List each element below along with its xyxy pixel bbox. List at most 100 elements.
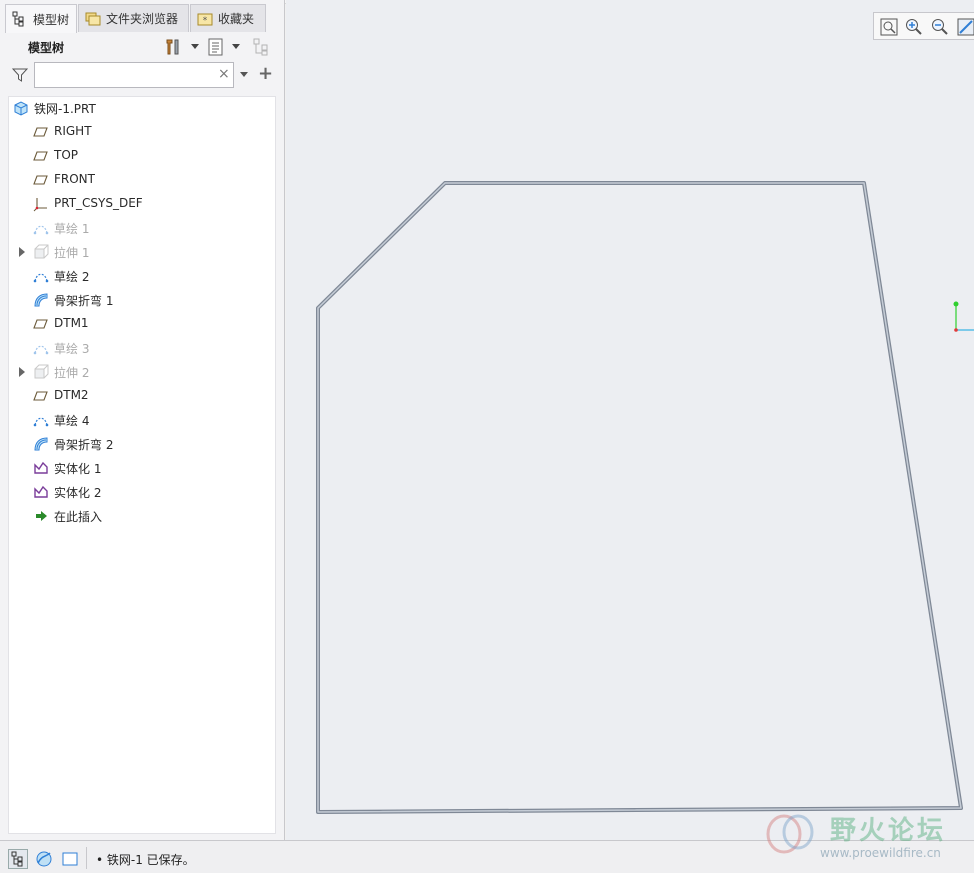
tree-header: 模型树 (8, 34, 284, 60)
search-input[interactable] (34, 62, 234, 88)
tree-item-label: FRONT (54, 172, 95, 186)
zoom-out-icon[interactable] (930, 17, 950, 37)
navigator-panel: 模型树 文件夹浏览器 * 收藏夹 模型树 × + 铁网-1.PRT RIGHT … (0, 0, 285, 840)
spinal-bend-icon (33, 292, 49, 308)
tree-item-label: DTM1 (54, 316, 89, 330)
watermark-title: 野火论坛 (830, 816, 947, 846)
status-message-text: 铁网-1 已保存。 (106, 853, 195, 867)
tree-item[interactable]: 骨架折弯 1 (9, 289, 275, 311)
sketch-icon (33, 412, 49, 428)
watermark-url: www.proewildfire.cn (820, 846, 941, 860)
extrude-icon (33, 364, 49, 380)
part-icon (13, 100, 29, 116)
spinal-bend-icon (33, 436, 49, 452)
toggle-browser-icon[interactable] (34, 849, 54, 869)
show-dropdown-icon[interactable] (232, 44, 240, 49)
status-separator (86, 847, 87, 869)
tab-label: 收藏夹 (218, 12, 255, 26)
add-filter-icon[interactable]: + (258, 63, 273, 84)
tree-item[interactable]: 在此插入 (9, 505, 275, 527)
search-dropdown-icon[interactable] (240, 72, 248, 77)
tree-item[interactable]: 实体化 1 (9, 457, 275, 479)
filter-row: × + (8, 62, 284, 88)
view-toolbar (873, 12, 974, 40)
refit-icon[interactable] (879, 17, 899, 37)
tree-item[interactable]: 草绘 1 (9, 217, 275, 239)
tab-folder-browser[interactable]: 文件夹浏览器 (78, 4, 189, 32)
show-list-icon[interactable] (206, 37, 226, 57)
tree-root-item[interactable]: 铁网-1.PRT (9, 97, 275, 119)
datum-plane-icon (33, 316, 49, 332)
tree-item[interactable]: 草绘 2 (9, 265, 275, 287)
tree-item-label: 铁网-1.PRT (34, 102, 96, 116)
tree-item-label: DTM2 (54, 388, 89, 402)
tree-item-label: PRT_CSYS_DEF (54, 196, 143, 210)
tree-item-label: RIGHT (54, 124, 92, 138)
datum-plane-icon (33, 124, 49, 140)
tree-item[interactable]: TOP (9, 145, 275, 167)
settings-tools-icon[interactable] (163, 37, 183, 57)
sketch-icon (33, 340, 49, 356)
coordinate-system-icon (953, 301, 974, 332)
extrude-icon (33, 244, 49, 260)
tree-item-label: 草绘 1 (54, 222, 90, 236)
expand-arrow-icon[interactable] (19, 367, 25, 377)
tree-item[interactable]: DTM2 (9, 385, 275, 407)
solidify-icon (33, 484, 49, 500)
tree-item[interactable]: 草绘 4 (9, 409, 275, 431)
tree-item-label: 草绘 4 (54, 414, 90, 428)
status-message: • 铁网-1 已保存。 (96, 853, 195, 867)
favorites-icon: * (197, 11, 213, 27)
tree-item[interactable]: 骨架折弯 2 (9, 433, 275, 455)
tree-item-label: 在此插入 (54, 510, 103, 524)
clear-search-icon[interactable]: × (218, 66, 230, 82)
graphics-area[interactable] (286, 0, 974, 840)
repaint-icon[interactable] (956, 17, 974, 37)
tree-item-label: 实体化 1 (54, 462, 102, 476)
tree-item-label: 实体化 2 (54, 486, 102, 500)
watermark-logo (766, 814, 814, 854)
svg-text:*: * (203, 16, 208, 26)
sketch-icon (33, 268, 49, 284)
tree-item[interactable]: PRT_CSYS_DEF (9, 193, 275, 215)
tree-filter-disabled-icon (252, 37, 272, 57)
zoom-in-icon[interactable] (904, 17, 924, 37)
toggle-navigator-icon[interactable] (8, 849, 28, 869)
settings-dropdown-icon[interactable] (191, 44, 199, 49)
tree-item-label: 草绘 2 (54, 270, 90, 284)
tab-label: 文件夹浏览器 (106, 12, 179, 26)
tab-favorites[interactable]: * 收藏夹 (190, 4, 266, 32)
tree-item-label: 拉伸 2 (54, 366, 90, 380)
insert-here-arrow-icon (33, 508, 49, 524)
tree-item-label: 骨架折弯 2 (54, 438, 114, 452)
part-outline (316, 181, 963, 814)
tree-item-label: TOP (54, 148, 79, 162)
tree-item-label: 骨架折弯 1 (54, 294, 114, 308)
tree-title: 模型树 (28, 41, 65, 55)
full-screen-icon[interactable] (60, 849, 80, 869)
coordinate-system-icon (33, 196, 49, 212)
sketch-icon (33, 220, 49, 236)
tree-item[interactable]: FRONT (9, 169, 275, 191)
folder-browser-icon (85, 11, 101, 27)
tree-item[interactable]: RIGHT (9, 121, 275, 143)
datum-plane-icon (33, 388, 49, 404)
model-tree: 铁网-1.PRT RIGHT TOP FRONT PRT_CSYS_DEF 草绘 1 拉伸 … (8, 96, 276, 834)
tree-item-label: 草绘 3 (54, 342, 90, 356)
tab-label: 模型树 (33, 12, 70, 27)
datum-plane-icon (33, 148, 49, 164)
model-tree-icon (12, 11, 28, 27)
tree-item[interactable]: 拉伸 1 (9, 241, 275, 263)
tree-item[interactable]: 实体化 2 (9, 481, 275, 503)
forum-watermark: 野火论坛 www.proewildfire.cn (762, 806, 974, 866)
tree-item-label: 拉伸 1 (54, 246, 90, 260)
expand-arrow-icon[interactable] (19, 247, 25, 257)
tree-item[interactable]: 草绘 3 (9, 337, 275, 359)
part-drawing (316, 181, 974, 814)
solidify-icon (33, 460, 49, 476)
tree-item[interactable]: DTM1 (9, 313, 275, 335)
tab-model-tree[interactable]: 模型树 (5, 4, 77, 33)
datum-plane-icon (33, 172, 49, 188)
tree-item[interactable]: 拉伸 2 (9, 361, 275, 383)
filter-funnel-icon[interactable] (11, 67, 29, 86)
